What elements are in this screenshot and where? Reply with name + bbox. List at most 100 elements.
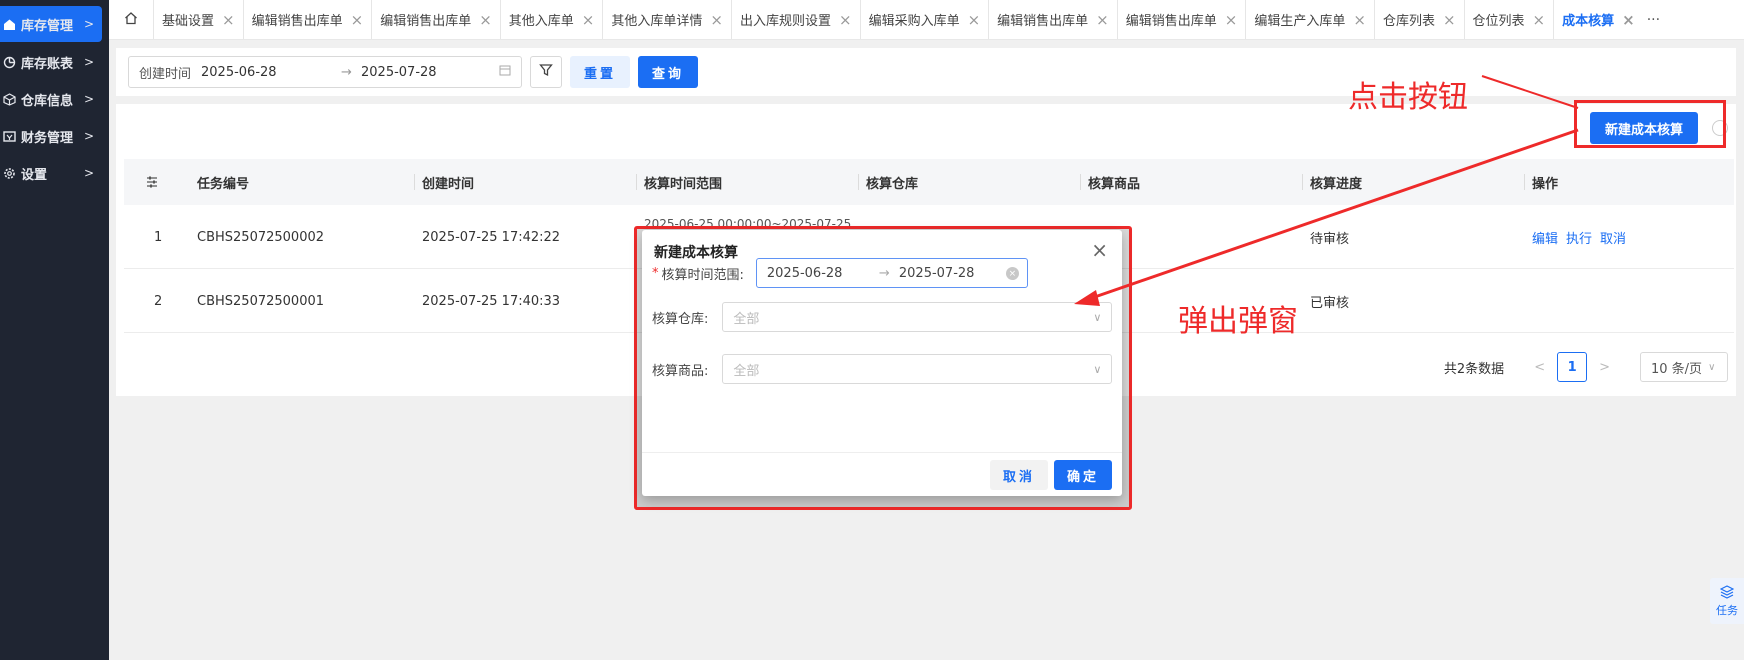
close-icon[interactable]: × [582, 11, 595, 29]
tab-item[interactable]: 其他入库单 × [499, 0, 603, 39]
annotation-highlight-box [1574, 100, 1726, 148]
tab-item[interactable]: 编辑销售出库单 × [1116, 0, 1246, 39]
close-icon[interactable]: × [1622, 11, 1635, 29]
reset-button[interactable]: 重置 [570, 56, 630, 88]
accounting-range-picker[interactable]: 2025-06-28 → 2025-07-28 × [755, 258, 1028, 288]
goods-placeholder: 全部 [733, 363, 760, 379]
chevron-right-icon: > [83, 17, 94, 31]
tab-label: 编辑生产入库单 [1254, 14, 1346, 29]
next-page-icon[interactable]: > [1599, 360, 1610, 375]
range-start-input[interactable]: 2025-06-28 [767, 266, 879, 281]
close-icon[interactable]: × [222, 11, 235, 29]
goods-select[interactable]: 全部 ∨ [722, 354, 1113, 384]
close-icon[interactable]: × [479, 11, 492, 29]
chevron-down-icon: ∨ [1093, 362, 1102, 376]
sidebar-item-label: 库存管理 [21, 18, 74, 34]
range-end-input[interactable]: 2025-07-28 [899, 266, 975, 281]
tab-label: 编辑采购入库单 [868, 14, 960, 29]
column-header: 创建时间 [414, 159, 474, 205]
tab-item[interactable]: 基础设置 × [153, 0, 243, 39]
dialog-cancel-button[interactable]: 取消 [990, 460, 1048, 490]
sidebar: 库存管理 > 库存账表 > 仓库信息 > 财务管理 > 设置 > [0, 0, 109, 660]
chevron-down-icon: ∨ [1093, 310, 1102, 324]
tab-label: 编辑销售出库单 [1125, 14, 1217, 29]
task-float-button[interactable]: 任务 [1710, 578, 1744, 624]
close-icon[interactable]: × [710, 11, 723, 29]
warehouse-placeholder: 全部 [733, 311, 760, 327]
dialog-confirm-button[interactable]: 确定 [1054, 460, 1112, 490]
close-icon[interactable]: × [351, 11, 364, 29]
tab-label: 编辑销售出库单 [997, 14, 1089, 29]
prev-page-icon[interactable]: < [1534, 360, 1545, 375]
warehouse-field-row: 核算仓库: 全部 ∨ [652, 302, 1113, 332]
tab-item[interactable]: 编辑采购入库单 × [859, 0, 989, 39]
close-icon[interactable]: × [1353, 11, 1366, 29]
chart-icon [2, 55, 16, 69]
tab-label: 编辑销售出库单 [380, 14, 472, 29]
required-marker: * [652, 265, 659, 281]
sidebar-item-ledger[interactable]: 库存账表 > [0, 44, 102, 80]
close-icon[interactable]: × [968, 11, 981, 29]
sidebar-item-warehouse[interactable]: 仓库信息 > [0, 81, 102, 117]
goods-field-label: 核算商品: [652, 363, 709, 379]
table-header: 任务编号 创建时间 核算时间范围 核算仓库 核算商品 核算进度 操作 [124, 159, 1734, 205]
tab-item[interactable]: 编辑销售出库单 × [988, 0, 1117, 39]
tab-item[interactable]: 编辑生产入库单 × [1245, 0, 1374, 39]
end-date-input[interactable]: 2025-07-28 [361, 65, 481, 80]
row-index: 1 [154, 229, 163, 245]
layers-icon [1719, 584, 1735, 602]
sidebar-item-inventory[interactable]: 库存管理 > [0, 6, 102, 42]
tab-item[interactable]: 出入库规则设置 × [730, 0, 860, 39]
created-date-range-picker[interactable]: 创建时间 2025-06-28 → 2025-07-28 [128, 56, 522, 88]
edit-link[interactable]: 编辑 [1532, 228, 1558, 247]
tab-label: 仓库列表 [1382, 14, 1435, 29]
page-number-current[interactable]: 1 [1557, 352, 1588, 382]
range-arrow: → [878, 265, 890, 281]
sidebar-item-label: 库存账表 [21, 56, 74, 72]
progress-status: 已审核 [1310, 295, 1350, 311]
sidebar-item-finance[interactable]: 财务管理 > [0, 118, 102, 154]
chevron-right-icon: > [83, 92, 94, 106]
execute-link[interactable]: 执行 [1566, 228, 1592, 247]
close-icon[interactable]: × [1443, 11, 1456, 29]
more-tabs-icon[interactable]: ··· [1647, 12, 1660, 28]
range-field-row: * 核算时间范围: 2025-06-28 → 2025-07-28 × [652, 258, 1028, 288]
close-icon[interactable]: × [1225, 11, 1238, 29]
created-time: 2025-07-25 17:42:22 [422, 229, 561, 245]
column-header: 核算时间范围 [636, 159, 722, 205]
chevron-right-icon: > [83, 55, 94, 69]
page-size-label: 10 条/页 [1651, 361, 1703, 377]
dialog-footer-divider [642, 452, 1122, 453]
tab-bar: 基础设置 × 编辑销售出库单 × 编辑销售出库单 × 其他入库单 × 其他入库单详情 × … [109, 0, 1744, 40]
column-header: 核算进度 [1302, 159, 1362, 205]
chevron-right-icon: > [83, 129, 94, 143]
date-range-label: 创建时间 [139, 66, 192, 82]
created-time: 2025-07-25 17:40:33 [422, 293, 561, 309]
sidebar-item-settings[interactable]: 设置 > [0, 155, 102, 191]
cancel-link[interactable]: 取消 [1600, 228, 1626, 247]
tab-item[interactable]: 其他入库单详情 × [602, 0, 731, 39]
tab-label: 编辑销售出库单 [251, 14, 343, 29]
clear-icon[interactable]: × [1005, 267, 1019, 280]
tab-home[interactable] [109, 0, 153, 39]
tab-item[interactable]: 仓库列表 × [1373, 0, 1464, 39]
filter-icon [539, 63, 553, 81]
tab-item[interactable]: 仓位列表 × [1463, 0, 1554, 39]
warehouse-select[interactable]: 全部 ∨ [722, 302, 1113, 332]
column-header: 核算商品 [1080, 159, 1140, 205]
close-icon[interactable]: × [1091, 238, 1108, 262]
start-date-input[interactable]: 2025-06-28 [201, 65, 341, 80]
tab-item[interactable]: 编辑销售出库单 × [371, 0, 500, 39]
tab-cost-accounting[interactable]: 成本核算 × [1553, 0, 1643, 39]
column-settings-icon[interactable] [146, 159, 158, 205]
query-button[interactable]: 查询 [638, 56, 698, 88]
tab-label: 其他入库单详情 [611, 14, 703, 29]
tab-item[interactable]: 编辑销售出库单 × [242, 0, 372, 39]
close-icon[interactable]: × [1533, 11, 1546, 29]
page-size-select[interactable]: 10 条/页 ∨ [1640, 352, 1728, 382]
close-icon[interactable]: × [1096, 11, 1109, 29]
close-icon[interactable]: × [839, 11, 852, 29]
filter-button[interactable] [530, 56, 562, 88]
task-number: CBHS25072500002 [197, 229, 325, 245]
row-index: 2 [154, 293, 163, 309]
